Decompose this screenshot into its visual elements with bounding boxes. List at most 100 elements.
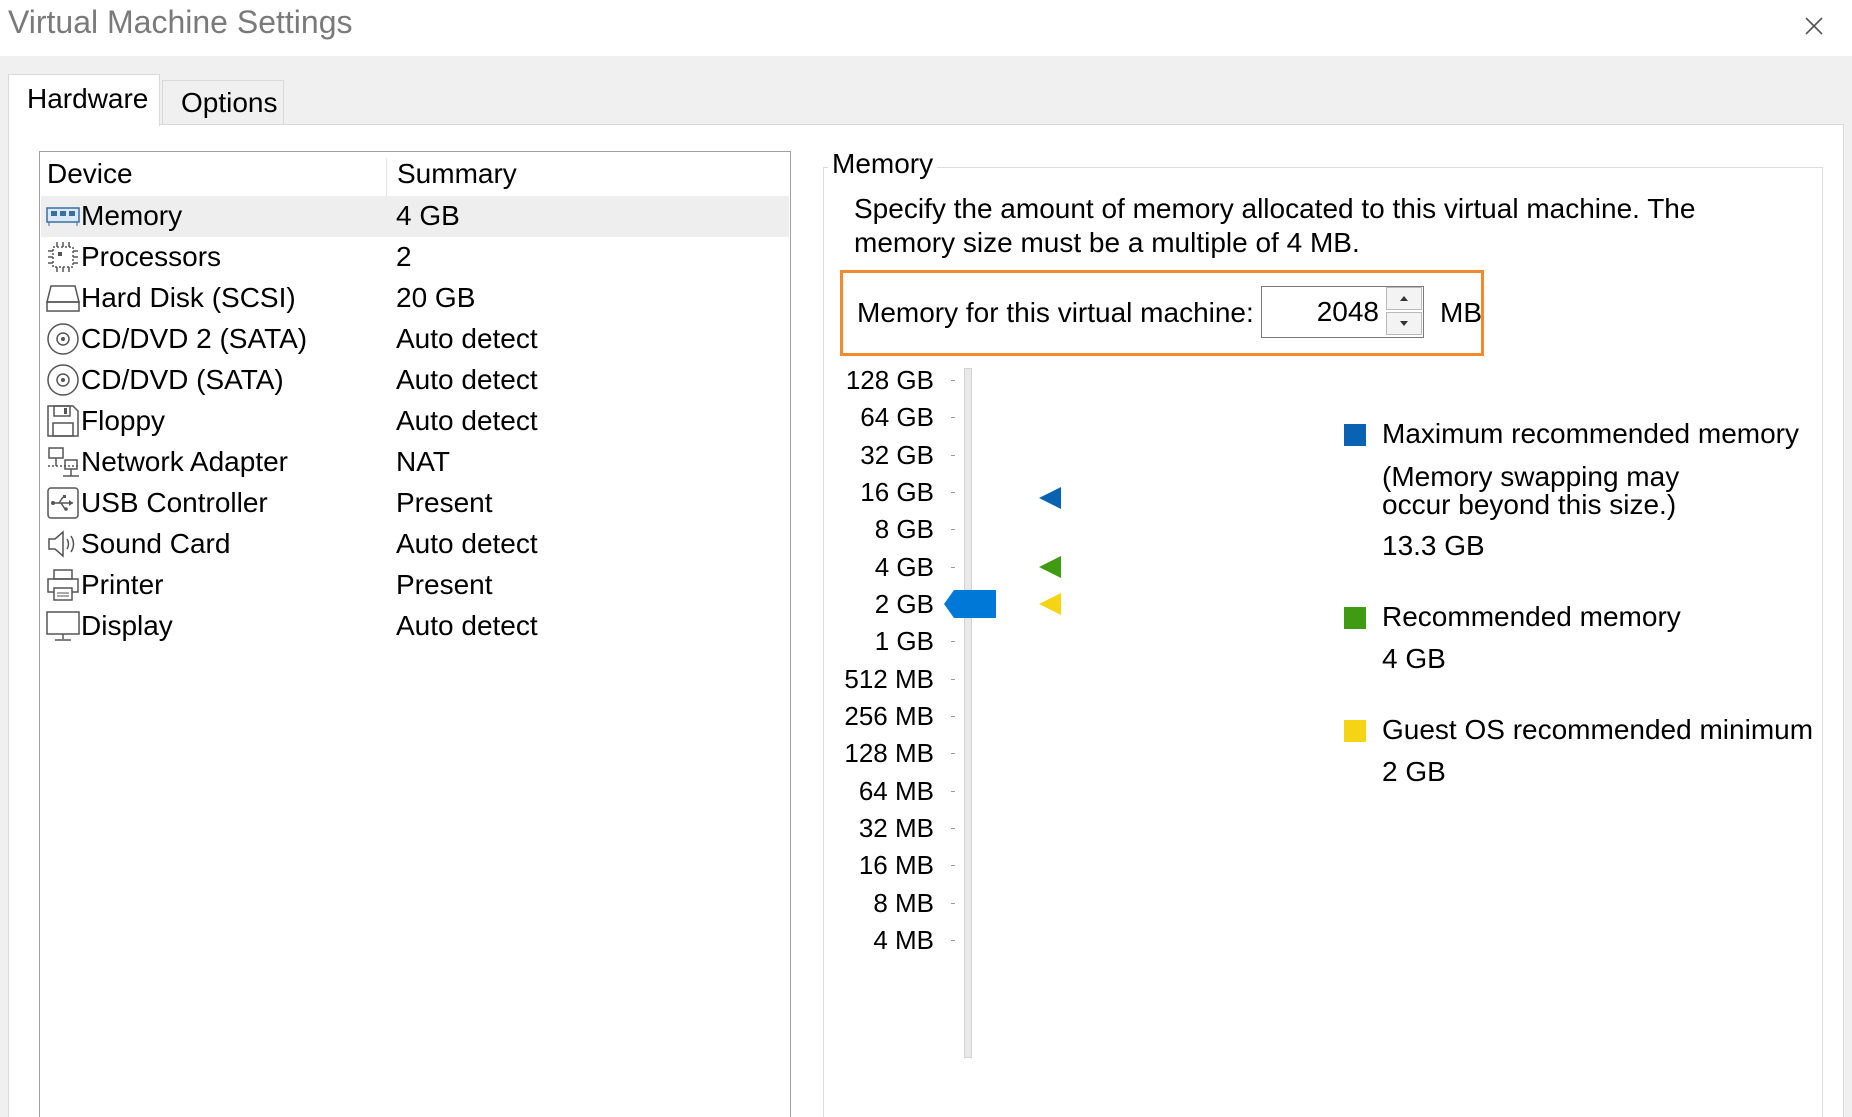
device-row-display[interactable]: Display Auto detect: [41, 606, 789, 647]
title-bar: Virtual Machine Settings: [0, 0, 1852, 56]
slider-tick-label: 64 MB: [858, 775, 934, 806]
memory-increment-button[interactable]: [1386, 287, 1422, 310]
recommended-marker: [1039, 555, 1061, 578]
memory-field-highlight: Memory for this virtual machine: MB: [840, 270, 1484, 356]
device-name: USB Controller: [81, 487, 268, 518]
device-row-processors[interactable]: Processors 2: [41, 237, 789, 278]
guest-min-marker: [1039, 592, 1061, 615]
device-name: Processors: [81, 241, 222, 272]
hard-disk-icon: [45, 280, 81, 316]
window-title: Virtual Machine Settings: [8, 4, 353, 40]
recommended-swatch: [1344, 607, 1366, 629]
slider-tick-mark: [951, 454, 955, 456]
slider-tick-label: 1 GB: [874, 626, 934, 657]
slider-tick-mark: [951, 827, 955, 829]
memory-description: Specify the amount of memory allocated t…: [854, 193, 1696, 258]
device-row-hard-disk[interactable]: Hard Disk (SCSI) 20 GB: [41, 278, 789, 319]
device-name: Sound Card: [81, 528, 231, 559]
device-row-network-adapter[interactable]: Network Adapter NAT: [41, 442, 789, 483]
tab-options[interactable]: Options: [162, 80, 284, 124]
device-row-floppy[interactable]: Floppy Auto detect: [41, 401, 789, 442]
memory-icon: [45, 198, 81, 234]
device-name: Printer: [81, 569, 164, 600]
tab-hardware[interactable]: Hardware: [8, 74, 160, 126]
column-header-summary[interactable]: Summary: [386, 158, 517, 196]
device-name: Display: [81, 610, 173, 641]
slider-tick-label: 2 GB: [874, 588, 934, 619]
device-row-cd-dvd-2[interactable]: CD/DVD 2 (SATA) Auto detect: [41, 319, 789, 360]
device-summary: 2: [396, 241, 412, 272]
device-summary: Auto detect: [396, 405, 538, 436]
device-summary: Present: [396, 487, 493, 518]
device-name: Hard Disk (SCSI): [81, 282, 296, 313]
device-row-memory[interactable]: Memory 4 GB: [41, 196, 789, 237]
max-recommended-note-2: occur beyond this size.): [1382, 489, 1677, 520]
device-row-printer[interactable]: Printer Present: [41, 565, 789, 606]
device-summary: Auto detect: [396, 364, 538, 395]
slider-tick-label: 128 MB: [844, 738, 934, 769]
memory-slider-thumb[interactable]: [944, 589, 996, 618]
device-summary: 4 GB: [396, 200, 460, 231]
device-name: CD/DVD 2 (SATA): [81, 323, 308, 354]
slider-tick-mark: [951, 939, 955, 941]
device-summary: Present: [396, 569, 493, 600]
device-summary: NAT: [396, 446, 450, 477]
device-row-usb-controller[interactable]: USB Controller Present: [41, 483, 789, 524]
floppy-icon: [45, 403, 81, 439]
device-row-sound-card[interactable]: Sound Card Auto detect: [41, 524, 789, 565]
max-recommended-swatch: [1344, 424, 1366, 446]
guest-min-title: Guest OS recommended minimum: [1382, 714, 1814, 745]
network-adapter-icon: [45, 444, 81, 480]
memory-slider-track[interactable]: [964, 368, 972, 1058]
memory-field-label: Memory for this virtual machine:: [857, 297, 1254, 328]
slider-tick-mark: [951, 641, 955, 643]
slider-tick-mark: [951, 417, 955, 419]
slider-tick-mark: [951, 491, 955, 493]
slider-tick-label: 64 GB: [860, 402, 934, 433]
cd-dvd-icon: [45, 321, 81, 357]
slider-tick-label: 8 MB: [873, 887, 934, 918]
slider-tick-mark: [951, 753, 955, 755]
usb-icon: [45, 485, 81, 521]
processor-icon: [45, 239, 81, 275]
slider-tick-mark: [951, 865, 955, 867]
slider-tick-label: 16 MB: [858, 850, 934, 881]
speaker-icon: [45, 526, 81, 562]
close-button[interactable]: [1794, 6, 1834, 46]
display-icon: [45, 608, 81, 644]
arrow-down-icon: [1400, 321, 1408, 326]
max-recommended-marker: [1039, 486, 1061, 509]
memory-slider-area: 128 GB 64 GB 32 GB 16 GB 8 GB 4 GB 2 GB 1 GB 512…: [824, 365, 1824, 1117]
cd-dvd-icon: [45, 362, 81, 398]
column-header-device[interactable]: Device: [47, 158, 133, 190]
slider-tick-label: 128 GB: [845, 365, 934, 395]
memory-decrement-button[interactable]: [1386, 312, 1422, 335]
memory-group-title: Memory: [828, 148, 938, 180]
tab-content-panel: Device Summary Memory 4 GB Processors 2: [8, 124, 1844, 1117]
slider-tick-label: 512 MB: [844, 663, 934, 694]
device-row-cd-dvd[interactable]: CD/DVD (SATA) Auto detect: [41, 360, 789, 401]
device-list[interactable]: Device Summary Memory 4 GB Processors 2: [39, 151, 791, 1117]
slider-tick-mark: [951, 678, 955, 680]
arrow-up-icon: [1400, 296, 1408, 301]
close-icon: [1805, 17, 1823, 35]
printer-icon: [45, 567, 81, 603]
slider-tick-label: 4 GB: [874, 551, 934, 582]
device-name: Memory: [81, 200, 183, 231]
recommended-value: 4 GB: [1382, 643, 1446, 674]
device-summary: Auto detect: [396, 610, 538, 641]
recommended-title: Recommended memory: [1382, 601, 1681, 632]
slider-tick-label: 256 MB: [844, 700, 934, 731]
slider-tick-label: 8 GB: [874, 514, 934, 545]
slider-tick-mark: [951, 380, 955, 381]
slider-tick-label: 16 GB: [860, 476, 934, 507]
slider-tick-mark: [951, 529, 955, 531]
slider-tick-mark: [951, 902, 955, 904]
max-recommended-title: Maximum recommended memory: [1382, 418, 1799, 449]
slider-tick-mark: [951, 790, 955, 792]
device-list-header: Device Summary: [40, 152, 790, 196]
memory-unit: MB: [1440, 297, 1482, 328]
max-recommended-value: 13.3 GB: [1382, 530, 1485, 561]
guest-min-swatch: [1344, 720, 1366, 742]
device-name: Network Adapter: [81, 446, 288, 477]
